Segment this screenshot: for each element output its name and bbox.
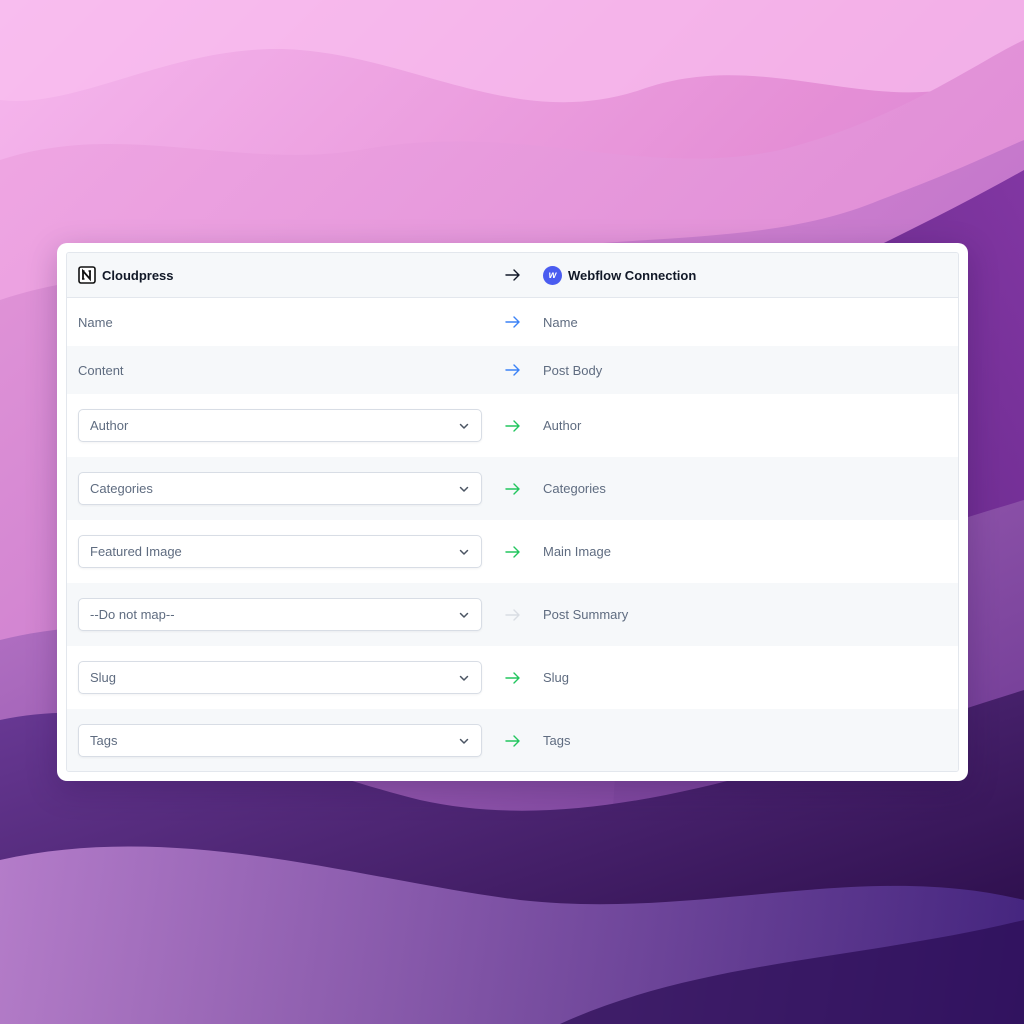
dest-field-label: Tags	[543, 733, 571, 748]
arrow-right-icon	[504, 543, 522, 561]
chevron-down-icon	[458, 735, 470, 747]
mapping-row: Author Author	[67, 394, 958, 457]
arrow-right-icon	[504, 313, 522, 331]
chevron-down-icon	[458, 546, 470, 558]
chevron-down-icon	[458, 420, 470, 432]
mapping-row: --Do not map-- Post Summary	[67, 583, 958, 646]
webflow-logo-letter: w	[548, 269, 557, 281]
source-field-value: Tags	[90, 733, 118, 748]
source-field-label: Name	[78, 314, 113, 330]
notion-icon	[78, 266, 96, 284]
dest-field-label: Author	[543, 418, 582, 433]
field-mapping-table: Cloudpress w Webflow Connection Name Name…	[66, 252, 959, 772]
source-field-label: Content	[78, 362, 124, 378]
field-mapping-card: Cloudpress w Webflow Connection Name Name…	[57, 243, 968, 781]
arrow-right-icon	[504, 361, 522, 379]
arrow-right-icon	[504, 606, 522, 624]
arrow-right-icon	[504, 480, 522, 498]
dest-field-label: Post Body	[543, 362, 603, 378]
source-field-value: Slug	[90, 670, 117, 685]
dest-field-label: Main Image	[543, 544, 611, 559]
mapping-row: Slug Slug	[67, 646, 958, 709]
source-field-select[interactable]: Tags	[78, 724, 482, 757]
webflow-icon: w	[543, 265, 562, 285]
source-field-select[interactable]: Author	[78, 409, 482, 442]
source-field-select[interactable]: Featured Image	[78, 535, 482, 568]
source-field-select[interactable]: Categories	[78, 472, 482, 505]
source-field-value: Author	[90, 418, 129, 433]
arrow-right-icon	[504, 266, 522, 284]
dest-label: Webflow Connection	[568, 267, 697, 283]
source-field-select[interactable]: Slug	[78, 661, 482, 694]
mapping-row: Categories Categories	[67, 457, 958, 520]
source-field-value: --Do not map--	[90, 607, 175, 622]
source-field-select[interactable]: --Do not map--	[78, 598, 482, 631]
dest-field-label: Categories	[543, 481, 606, 496]
mapping-row: Featured Image Main Image	[67, 520, 958, 583]
chevron-down-icon	[458, 483, 470, 495]
source-field-value: Featured Image	[90, 544, 182, 559]
chevron-down-icon	[458, 672, 470, 684]
source-field-value: Categories	[90, 481, 153, 496]
table-header: Cloudpress w Webflow Connection	[67, 253, 958, 298]
mapping-row: Tags Tags	[67, 709, 958, 771]
dest-field-label: Name	[543, 314, 578, 330]
arrow-right-icon	[504, 669, 522, 687]
arrow-right-icon	[504, 417, 522, 435]
arrow-right-icon	[504, 732, 522, 750]
dest-field-label: Slug	[543, 670, 570, 685]
chevron-down-icon	[458, 609, 470, 621]
source-label: Cloudpress	[102, 267, 174, 283]
mapping-row: Name Name	[67, 298, 958, 346]
mapping-row: Content Post Body	[67, 346, 958, 394]
dest-field-label: Post Summary	[543, 607, 629, 622]
